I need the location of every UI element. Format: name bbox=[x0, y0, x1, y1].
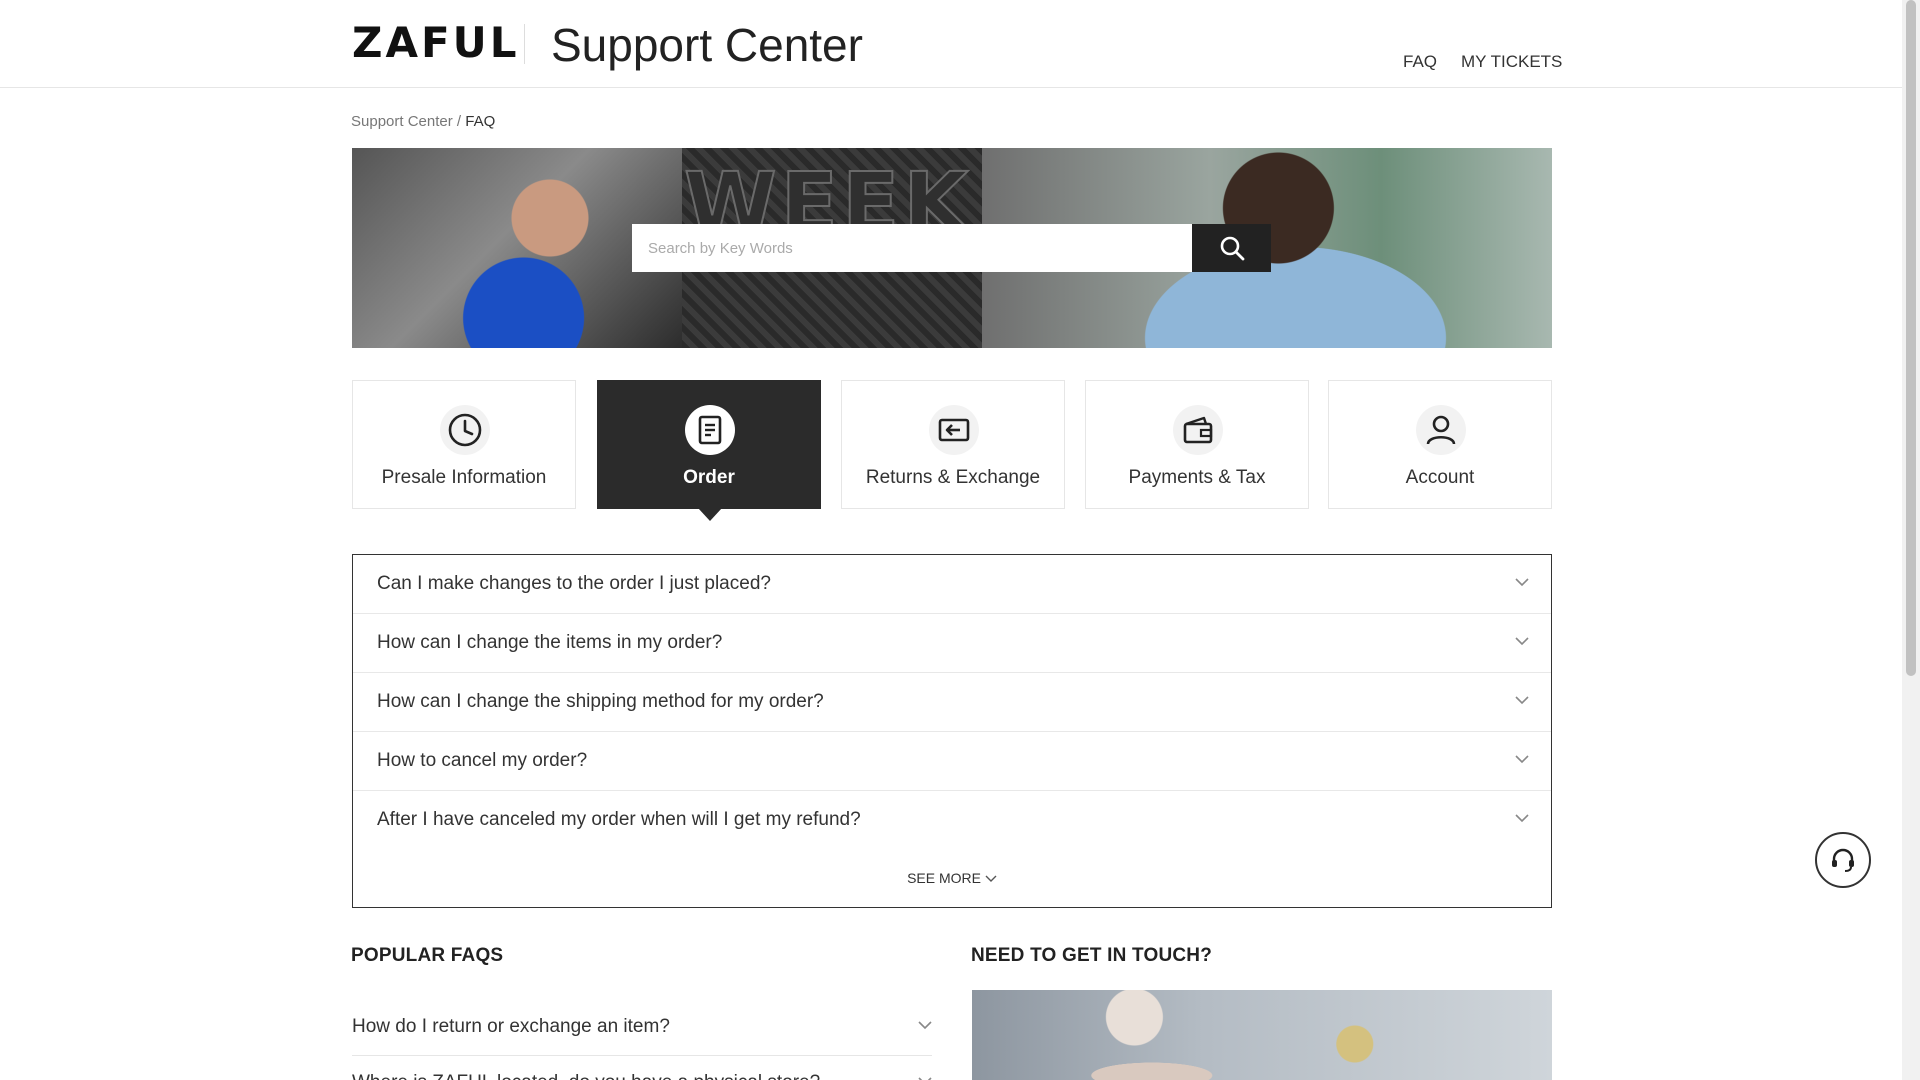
breadcrumb-separator: / bbox=[452, 113, 466, 130]
page-scrollbar[interactable] bbox=[1902, 0, 1920, 1080]
popular-faq-question: Where is ZAFUL located, do you have a ph… bbox=[352, 1072, 820, 1080]
chevron-down-icon bbox=[1515, 755, 1529, 764]
breadcrumb: Support Center / FAQ bbox=[351, 113, 495, 130]
category-label: Returns & Exchange bbox=[865, 467, 1041, 488]
search-input[interactable] bbox=[632, 224, 1192, 272]
faq-question: How can I change the shipping method for… bbox=[377, 691, 824, 712]
chevron-down-icon bbox=[918, 1021, 932, 1030]
breadcrumb-current: FAQ bbox=[465, 113, 496, 130]
page-title: Support Center bbox=[551, 19, 863, 71]
category-payments-tax[interactable]: Payments & Tax bbox=[1085, 380, 1309, 509]
wallet-icon bbox=[1183, 416, 1213, 444]
search-button[interactable] bbox=[1192, 224, 1271, 272]
category-presale-information[interactable]: Presale Information bbox=[352, 380, 576, 509]
faq-item[interactable]: How to cancel my order? bbox=[353, 732, 1551, 791]
faq-item[interactable]: How can I change the shipping method for… bbox=[353, 673, 1551, 732]
logo-divider bbox=[524, 24, 525, 64]
headset-icon bbox=[1832, 848, 1854, 872]
contact-heading: NEED TO GET IN TOUCH? bbox=[971, 945, 1213, 966]
faq-question: After I have canceled my order when will… bbox=[377, 809, 861, 830]
chevron-down-icon bbox=[1515, 696, 1529, 705]
nav-faq-link[interactable]: FAQ bbox=[1403, 52, 1437, 72]
chevron-down-icon bbox=[985, 875, 997, 882]
see-more-button[interactable]: SEE MORE bbox=[353, 870, 1551, 886]
document-icon bbox=[698, 415, 722, 445]
contact-promo-image bbox=[972, 990, 1552, 1080]
faq-item[interactable]: After I have canceled my order when will… bbox=[353, 791, 1551, 850]
faq-question: How can I change the items in my order? bbox=[377, 632, 723, 653]
return-icon bbox=[938, 418, 970, 442]
search-icon bbox=[1220, 236, 1244, 261]
category-account[interactable]: Account bbox=[1328, 380, 1552, 509]
chevron-down-icon bbox=[1515, 814, 1529, 823]
user-icon bbox=[1426, 415, 1456, 445]
faq-question: Can I make changes to the order I just p… bbox=[377, 573, 771, 594]
nav-my-tickets-link[interactable]: MY TICKETS bbox=[1461, 52, 1562, 72]
faq-item[interactable]: Can I make changes to the order I just p… bbox=[353, 555, 1551, 614]
chevron-down-icon bbox=[1515, 578, 1529, 587]
faq-item[interactable]: How can I change the items in my order? bbox=[353, 614, 1551, 673]
live-chat-button[interactable] bbox=[1815, 832, 1871, 888]
clock-icon bbox=[448, 413, 482, 447]
popular-faq-question: How do I return or exchange an item? bbox=[352, 1016, 670, 1037]
zaful-logo[interactable]: ZAFUL bbox=[352, 18, 520, 67]
category-order[interactable]: Order bbox=[597, 380, 821, 521]
scrollbar-thumb[interactable] bbox=[1906, 0, 1916, 676]
faq-list: Can I make changes to the order I just p… bbox=[352, 554, 1552, 908]
chevron-down-icon bbox=[1515, 637, 1529, 646]
popular-faq-item[interactable]: Where is ZAFUL located, do you have a ph… bbox=[352, 1056, 932, 1080]
popular-faq-item[interactable]: How do I return or exchange an item? bbox=[352, 1000, 932, 1056]
category-label: Payments & Tax bbox=[1128, 467, 1266, 488]
category-returns-exchange[interactable]: Returns & Exchange bbox=[841, 380, 1065, 509]
category-label: Order bbox=[683, 467, 735, 488]
active-tab-pointer bbox=[698, 508, 722, 521]
category-label: Presale Information bbox=[381, 467, 547, 488]
chevron-down-icon bbox=[918, 1077, 932, 1080]
breadcrumb-support-center[interactable]: Support Center bbox=[351, 113, 453, 130]
popular-faqs-heading: POPULAR FAQS bbox=[351, 945, 504, 966]
faq-question: How to cancel my order? bbox=[377, 750, 588, 771]
see-more-label: SEE MORE bbox=[907, 870, 981, 886]
site-header: ZAFUL Support Center FAQ MY TICKETS bbox=[0, 0, 1902, 88]
category-label: Account bbox=[1405, 467, 1475, 488]
